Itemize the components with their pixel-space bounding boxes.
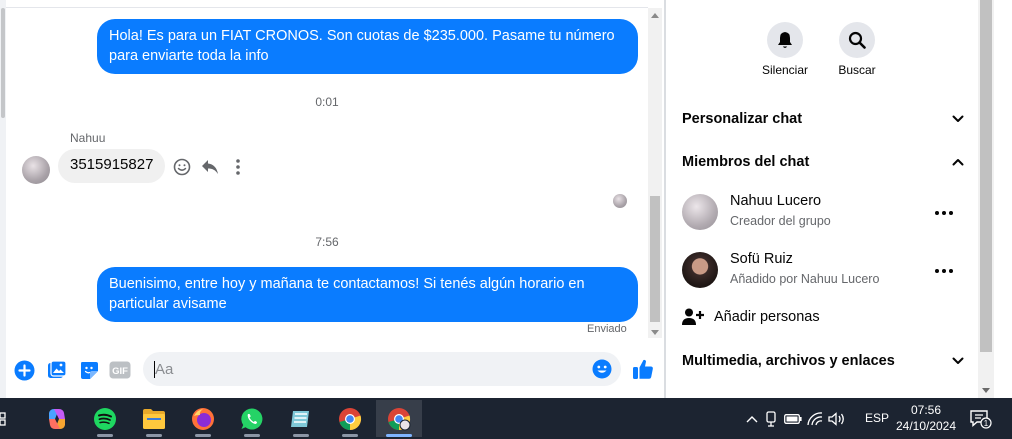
member-more-icon[interactable] [934,261,954,281]
file-explorer-icon[interactable] [131,400,177,437]
outgoing-message-2[interactable]: Buenisimo, entre hoy y mañana te contact… [97,267,638,322]
sender-avatar[interactable] [22,156,50,184]
timestamp-1: 0:01 [315,95,339,109]
chat-scrollbar[interactable] [648,8,662,338]
member-more-icon[interactable] [934,203,954,223]
add-people-button[interactable]: Añadir personas [682,305,820,329]
reply-icon[interactable] [199,156,221,178]
search-icon [848,31,866,49]
media-files-links-label: Multimedia, archivos y enlaces [682,353,895,369]
clock-date: 24/10/2024 [895,419,957,433]
chat-pane: Hola! Es para un FIAT CRONOS. Son cuotas… [0,0,664,398]
running-indicator [195,434,211,437]
spotify-icon[interactable] [82,400,128,437]
message-input[interactable] [155,354,575,384]
scroll-up-icon[interactable] [651,13,659,18]
like-icon[interactable] [631,357,655,381]
member-role: Creador del grupo [730,214,831,228]
page-scroll-down-icon[interactable] [982,388,990,393]
chevron-down-icon [952,357,964,364]
customize-chat-row[interactable]: Personalizar chat [682,105,964,133]
chrome-profile-icon[interactable] [376,400,422,437]
scroll-down-icon[interactable] [651,330,659,335]
react-icon[interactable] [171,156,193,178]
chat-members-row[interactable]: Miembros del chat [682,148,964,176]
widgets-icon[interactable] [0,400,14,437]
running-indicator [146,434,162,437]
left-edge-scrollbar[interactable] [0,0,6,398]
member-name: Sofü Ruiz [730,251,793,267]
member-name: Nahuu Lucero [730,193,822,209]
battery-icon[interactable] [782,413,804,424]
gif-label: GIF [112,366,128,377]
wifi-icon[interactable] [804,411,826,426]
member-row[interactable]: Nahuu Lucero Creador del grupo [682,190,964,238]
right-edge [994,0,1012,398]
mute-label[interactable]: Silenciar [745,63,825,77]
search-button[interactable] [839,22,875,58]
chevron-up-tray-icon[interactable] [744,415,760,423]
emoji-icon[interactable] [592,359,612,379]
chat-info-pane: Silenciar Buscar Personalizar chat Miemb… [666,0,978,398]
chrome-icon[interactable] [327,400,373,437]
incoming-message[interactable]: 3515915827 [58,149,166,183]
sender-name: Nahuu [70,131,106,145]
timestamp-2: 7:56 [315,235,339,249]
add-person-icon [682,308,704,325]
running-indicator [342,434,358,437]
volume-icon[interactable] [826,411,848,426]
page-scrollbar[interactable] [978,0,994,398]
member-row[interactable]: Sofü Ruiz Añadido por Nahuu Lucero [682,248,964,296]
chat-members-label: Miembros del chat [682,154,810,170]
taskbar-clock[interactable]: 07:56 24/10/2024 [890,402,962,434]
bell-icon [778,32,792,48]
notification-count: 1 [984,419,989,428]
notifications-icon[interactable]: 1 [968,398,994,439]
screen: Hola! Es para un FIAT CRONOS. Son cuotas… [0,0,1012,439]
copilot-icon[interactable] [34,400,80,437]
clock-time: 07:56 [910,403,942,417]
mute-button[interactable] [767,22,803,58]
chevron-down-icon [952,115,964,122]
customize-chat-label: Personalizar chat [682,111,803,127]
sticker-icon[interactable] [78,359,100,381]
running-indicator [97,434,113,437]
language-indicator[interactable]: ESP [865,411,889,425]
running-indicator [244,434,260,437]
message-input-box[interactable] [143,352,621,386]
running-indicator [293,434,309,437]
more-options-icon[interactable] [227,156,249,178]
chat-top-divider [6,7,648,8]
notes-icon[interactable] [278,400,324,437]
outgoing-message-1[interactable]: Hola! Es para un FIAT CRONOS. Son cuotas… [97,19,638,74]
add-people-label: Añadir personas [714,309,820,325]
media-files-links-row[interactable]: Multimedia, archivos y enlaces [682,347,964,375]
member-avatar[interactable] [682,252,718,288]
page-scroll-thumb[interactable] [980,0,992,352]
image-icon[interactable] [46,359,68,381]
gif-icon[interactable]: GIF [108,359,131,381]
left-scroll-thumb[interactable] [1,8,5,118]
member-avatar[interactable] [682,194,718,230]
member-role: Añadido por Nahuu Lucero [730,272,880,286]
running-indicator [386,434,412,437]
add-icon[interactable] [13,359,35,381]
whatsapp-icon[interactable] [229,400,275,437]
message-status: Enviado [587,323,627,335]
message-composer: GIF [0,346,664,398]
chevron-up-icon [952,159,964,166]
tray-device-icon[interactable] [760,410,782,427]
system-tray [744,398,848,439]
search-label[interactable]: Buscar [817,63,897,77]
firefox-icon[interactable] [180,400,226,437]
taskbar: ESP 07:56 24/10/2024 1 [0,398,1012,439]
chat-scroll-thumb[interactable] [650,196,660,322]
seen-avatar [613,194,627,208]
